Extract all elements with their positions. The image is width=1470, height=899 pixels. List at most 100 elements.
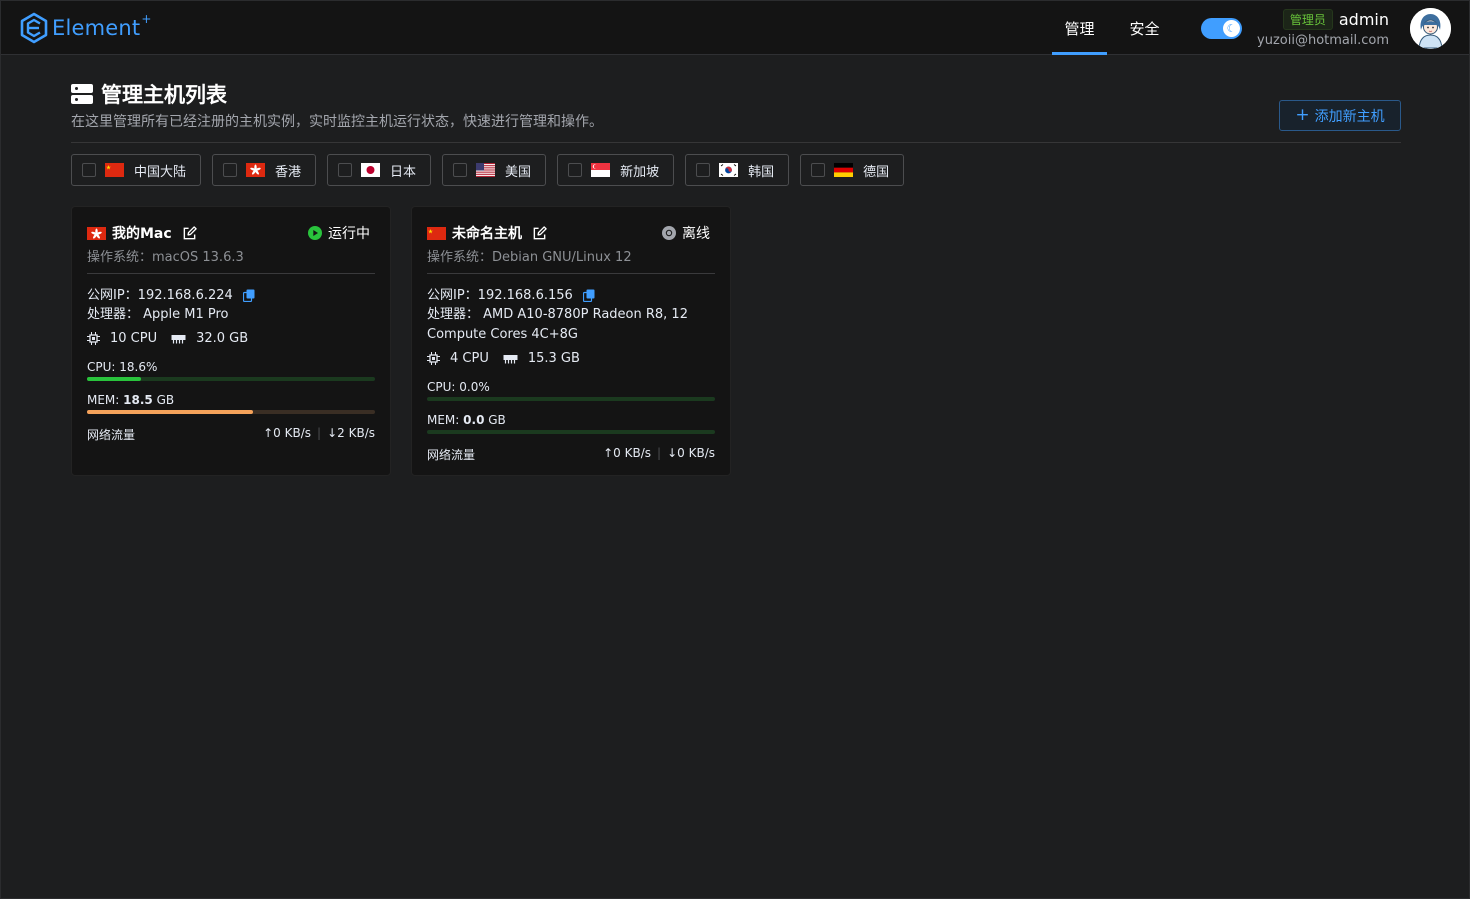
cpu-count: 4 CPU	[450, 351, 489, 366]
filter-hk[interactable]: 香港	[212, 154, 317, 186]
logo-text: Element	[52, 16, 141, 40]
stop-icon	[662, 226, 676, 240]
status-label: 运行中	[328, 226, 370, 242]
page-title-text: 管理主机列表	[101, 83, 227, 107]
network-traffic: 网络流量 ↑0 KB/s | ↓2 KB/s	[87, 426, 375, 443]
add-host-label: 添加新主机	[1314, 108, 1385, 125]
user-info[interactable]: 管理员 admin yuzoii@hotmail.com	[1257, 9, 1389, 48]
mem-usage-bar	[427, 430, 715, 434]
os-info: 操作系统：Debian GNU/Linux 12	[427, 250, 632, 265]
filter-sg[interactable]: 新加坡	[557, 154, 675, 186]
card-divider	[87, 273, 375, 274]
theme-toggle[interactable]: ☾	[1201, 18, 1242, 39]
copy-icon[interactable]	[242, 289, 255, 303]
nav-security-label: 安全	[1129, 19, 1160, 38]
edit-icon[interactable]	[182, 225, 197, 241]
host-name: 未命名主机	[452, 226, 522, 242]
copy-icon[interactable]	[582, 289, 595, 303]
net-down-value: 2 KB/s	[337, 426, 375, 440]
host-status: 离线	[662, 223, 710, 243]
ip-info: 公网IP：192.168.6.224	[87, 286, 375, 306]
memory-icon	[503, 354, 518, 363]
app-logo[interactable]: Element +	[19, 12, 151, 44]
filter-label: 日本	[390, 164, 417, 180]
nav-manage-label: 管理	[1064, 19, 1095, 38]
south-korea-flag-icon	[719, 163, 739, 177]
user-email: yuzoii@hotmail.com	[1257, 33, 1389, 48]
page-title: 管理主机列表	[71, 79, 227, 109]
usa-flag-icon	[476, 163, 496, 177]
memory-total: 32.0 GB	[196, 331, 249, 346]
filter-cn[interactable]: 中国大陆	[71, 154, 202, 186]
nav-manage-tab[interactable]: 管理	[1052, 1, 1107, 55]
filter-checkbox[interactable]	[568, 163, 583, 177]
status-label: 离线	[682, 226, 710, 242]
mem-usage-bar	[87, 410, 375, 414]
memory-icon	[171, 334, 186, 343]
title-divider	[71, 142, 1401, 143]
nav-security-tab[interactable]: 安全	[1117, 1, 1172, 55]
hong-kong-flag-icon	[87, 226, 106, 240]
filter-kr[interactable]: 韩国	[685, 154, 790, 186]
hong-kong-flag-icon	[246, 163, 266, 177]
avatar[interactable]	[1410, 8, 1451, 49]
net-down-value: 0 KB/s	[677, 446, 715, 460]
add-host-button[interactable]: + 添加新主机	[1279, 100, 1401, 131]
plus-icon: +	[1295, 105, 1310, 125]
filter-checkbox[interactable]	[453, 163, 468, 177]
upload-arrow-icon: ↑	[263, 426, 274, 440]
element-logo-icon	[20, 12, 48, 44]
user-name: admin	[1338, 10, 1389, 29]
mem-usage-label: MEM: 18.5 GB	[87, 393, 174, 407]
mem-label-suffix: GB	[484, 413, 506, 427]
filter-label: 德国	[863, 164, 890, 180]
cpu-usage-label: CPU: 0.0%	[427, 380, 490, 394]
cpu-model: 处理器： AMD A10-8780P Radeon R8, 12 Compute…	[427, 307, 688, 342]
cpu-usage-bar	[427, 397, 715, 401]
cpu-usage-label: CPU: 18.6%	[87, 360, 158, 374]
mem-label-prefix: MEM:	[87, 393, 124, 407]
filter-de[interactable]: 德国	[800, 154, 905, 186]
host-specs: 4 CPU 15.3 GB	[427, 351, 580, 366]
net-separator: |	[657, 446, 662, 460]
mem-used-value: 0.0	[463, 413, 485, 427]
cpu-usage-bar	[87, 377, 375, 381]
net-up-value: 0 KB/s	[273, 426, 312, 440]
play-icon	[308, 226, 322, 240]
singapore-flag-icon	[591, 163, 611, 177]
ip-info: 公网IP：192.168.6.156	[427, 286, 715, 306]
card-divider	[427, 273, 715, 274]
server-icon	[71, 84, 93, 104]
mem-usage-label: MEM: 0.0 GB	[427, 413, 506, 427]
filter-checkbox[interactable]	[338, 163, 353, 177]
ip-label: 公网IP：192.168.6.224	[87, 288, 233, 303]
host-status: 运行中	[308, 223, 370, 243]
filter-checkbox[interactable]	[696, 163, 711, 177]
mem-label-suffix: GB	[152, 393, 175, 407]
cpu-usage-fill	[87, 377, 141, 381]
cpu-chip-icon	[427, 352, 440, 365]
filter-checkbox[interactable]	[223, 163, 238, 177]
cpu-count: 10 CPU	[110, 331, 158, 346]
germany-flag-icon	[834, 163, 854, 177]
memory-total: 15.3 GB	[527, 351, 580, 366]
filter-checkbox[interactable]	[811, 163, 826, 177]
edit-icon[interactable]	[532, 225, 547, 241]
logo-plus: +	[141, 12, 152, 26]
mem-label-prefix: MEM:	[427, 413, 464, 427]
toggle-knob: ☾	[1223, 20, 1240, 37]
japan-flag-icon	[361, 163, 381, 177]
net-separator: |	[317, 426, 322, 440]
filter-us[interactable]: 美国	[442, 154, 547, 186]
filter-checkbox[interactable]	[82, 163, 96, 177]
host-card[interactable]: 未命名主机 离线 操作系统：Debian GNU/Linux 12 公网IP：1…	[411, 206, 731, 476]
network-label: 网络流量	[427, 448, 476, 462]
top-header: Element + 管理 安全 ☾ 管理员 admin yuzoii@hotma…	[1, 1, 1469, 55]
ip-label: 公网IP：192.168.6.156	[427, 288, 573, 303]
os-info: 操作系统：macOS 13.6.3	[87, 250, 244, 265]
host-specs: 10 CPU 32.0 GB	[87, 331, 248, 346]
mem-usage-fill	[87, 410, 254, 414]
china-flag-icon	[105, 163, 124, 177]
host-card[interactable]: 我的Mac 运行中 操作系统：macOS 13.6.3 公网IP：192.168…	[71, 206, 391, 476]
filter-jp[interactable]: 日本	[327, 154, 432, 186]
